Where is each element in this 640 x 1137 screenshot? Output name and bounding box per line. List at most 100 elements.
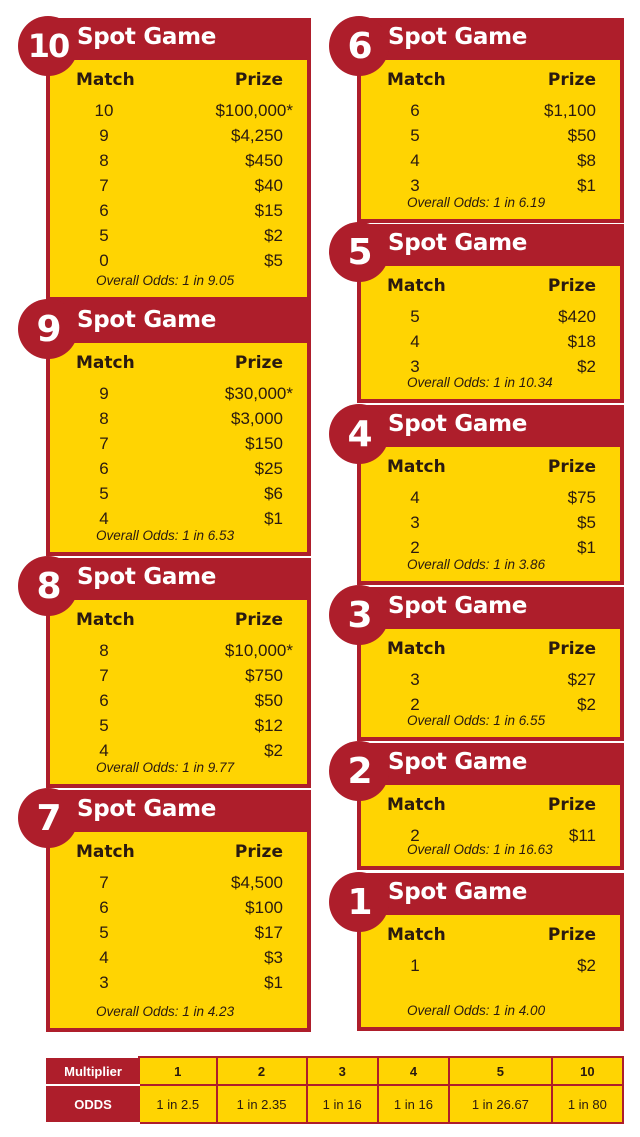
match-count: 3 — [410, 513, 420, 532]
match-count: 3 — [410, 670, 420, 689]
spot-number-badge: 2 — [329, 741, 389, 801]
spot-number-badge: 4 — [329, 404, 389, 464]
prize-header: Prize — [547, 70, 596, 90]
spot-number-badge: 9 — [18, 299, 78, 359]
prize-row: 5 $50 — [405, 123, 596, 148]
spot-game-panel: 5 Spot Game Match Prize 5 $420 4 $18 3 $2 Overall … — [329, 222, 624, 403]
spot-game-panel: 8 Spot Game Match Prize 8 $10,000* 7 $750 6 $50 5 $… — [18, 556, 311, 788]
prize-amount: $11 — [568, 826, 596, 845]
prize-amount: $1 — [264, 509, 283, 528]
prize-amount: $15 — [254, 201, 283, 220]
match-count: 5 — [99, 716, 109, 735]
overall-odds: Overall Odds: 1 in 6.55 — [407, 713, 546, 728]
spot-number-badge: 6 — [329, 16, 389, 76]
overall-odds: Overall Odds: 1 in 6.53 — [96, 528, 235, 543]
odds-value: 1 in 26.67 — [448, 1084, 553, 1124]
odds-value: 1 in 2.35 — [215, 1084, 308, 1124]
prize-amount: $150 — [245, 434, 283, 453]
prize-amount: $420 — [558, 307, 596, 326]
game-title: Spot Game — [388, 230, 528, 256]
game-title: Spot Game — [388, 411, 528, 437]
prize-amount: $100,000* — [215, 101, 293, 120]
prize-amount: $27 — [567, 670, 596, 689]
match-count: 1 — [410, 956, 420, 975]
match-count: 6 — [410, 101, 420, 120]
prize-amount: $750 — [245, 666, 283, 685]
prize-row: 9 $4,250 — [94, 123, 283, 148]
match-count: 4 — [99, 948, 109, 967]
prize-amount: $4,250 — [231, 126, 283, 145]
game-title: Spot Game — [77, 564, 217, 590]
spot-game-panel: 1 Spot Game Match Prize 1 $2 Overall Odds: 1 i… — [329, 872, 624, 1031]
match-header: Match — [387, 639, 446, 659]
prize-row: 4 $18 — [405, 329, 596, 354]
prize-row: 5 $420 — [405, 304, 596, 329]
prize-amount: $1,100 — [544, 101, 596, 120]
spot-number-badge: 3 — [329, 585, 389, 645]
prize-amount: $8 — [577, 151, 596, 170]
spot-number-badge: 5 — [329, 222, 389, 282]
match-count: 6 — [99, 201, 109, 220]
prize-amount: $17 — [254, 923, 283, 942]
prize-row: 0 $5 — [94, 248, 283, 273]
prize-amount: $50 — [254, 691, 283, 710]
prize-row: 5 $2 — [94, 223, 283, 248]
spot-number-badge: 8 — [18, 556, 78, 616]
prize-row: 10 $100,000* — [94, 98, 293, 123]
prize-amount: $100 — [245, 898, 283, 917]
match-header: Match — [76, 70, 135, 90]
match-count: 8 — [99, 409, 109, 428]
match-header: Match — [387, 70, 446, 90]
game-title: Spot Game — [388, 24, 528, 50]
prize-row: 4 $75 — [405, 485, 596, 510]
match-count: 3 — [99, 973, 109, 992]
match-count: 7 — [99, 873, 109, 892]
prize-amount: $1 — [577, 538, 596, 557]
prize-amount: $5 — [264, 251, 283, 270]
prize-header: Prize — [547, 639, 596, 659]
match-count: 5 — [99, 226, 109, 245]
multiplier-label: Multiplier — [46, 1056, 140, 1086]
prize-amount: $2 — [264, 226, 283, 245]
prize-row: 7 $4,500 — [94, 870, 283, 895]
match-count: 5 — [99, 484, 109, 503]
spot-game-panel: 7 Spot Game Match Prize 7 $4,500 6 $100 5 $17 4 $3 3… — [18, 788, 311, 1032]
prize-row: 3 $1 — [94, 970, 283, 995]
match-count: 4 — [410, 151, 420, 170]
prize-row: 3 $27 — [405, 667, 596, 692]
prize-row: 8 $10,000* — [94, 638, 293, 663]
prize-row: 8 $450 — [94, 148, 283, 173]
spot-game-panel: 6 Spot Game Match Prize 6 $1,100 5 $50 4 $8 3 $1 Ove… — [329, 16, 624, 223]
spot-number-badge: 1 — [329, 872, 389, 932]
spot-number-badge: 7 — [18, 788, 78, 848]
match-count: 6 — [99, 691, 109, 710]
match-count: 9 — [99, 126, 109, 145]
prize-amount: $75 — [567, 488, 596, 507]
odds-value: 1 in 16 — [305, 1084, 379, 1124]
odds-value: 1 in 80 — [550, 1084, 625, 1124]
multiplier-value: 3 — [305, 1056, 379, 1086]
match-count: 8 — [99, 151, 109, 170]
overall-odds: Overall Odds: 1 in 16.63 — [407, 842, 553, 857]
prize-row: 6 $100 — [94, 895, 283, 920]
match-count: 0 — [99, 251, 109, 270]
odds-value: 1 in 16 — [376, 1084, 451, 1124]
prize-row: 6 $1,100 — [405, 98, 596, 123]
prize-amount: $3 — [264, 948, 283, 967]
prize-amount: $450 — [245, 151, 283, 170]
prize-row: 3 $5 — [405, 510, 596, 535]
match-count: 4 — [410, 332, 420, 351]
prize-header: Prize — [547, 457, 596, 477]
prize-amount: $1 — [264, 973, 283, 992]
prize-row: 5 $17 — [94, 920, 283, 945]
match-count: 5 — [410, 126, 420, 145]
match-header: Match — [76, 842, 135, 862]
multiplier-value: 4 — [376, 1056, 451, 1086]
spot-game-panel: 9 Spot Game Match Prize 9 $30,000* 8 $3,000 7 $15… — [18, 299, 311, 556]
overall-odds: Overall Odds: 1 in 9.77 — [96, 760, 235, 775]
prize-row: 5 $12 — [94, 713, 283, 738]
multiplier-row: Multiplier 1 2 3 4 5 10 — [46, 1056, 625, 1086]
prize-header: Prize — [234, 353, 283, 373]
prize-amount: $25 — [254, 459, 283, 478]
spot-game-panel: 3 Spot Game Match Prize 3 $27 2 $2 Overall Odds:… — [329, 585, 624, 741]
